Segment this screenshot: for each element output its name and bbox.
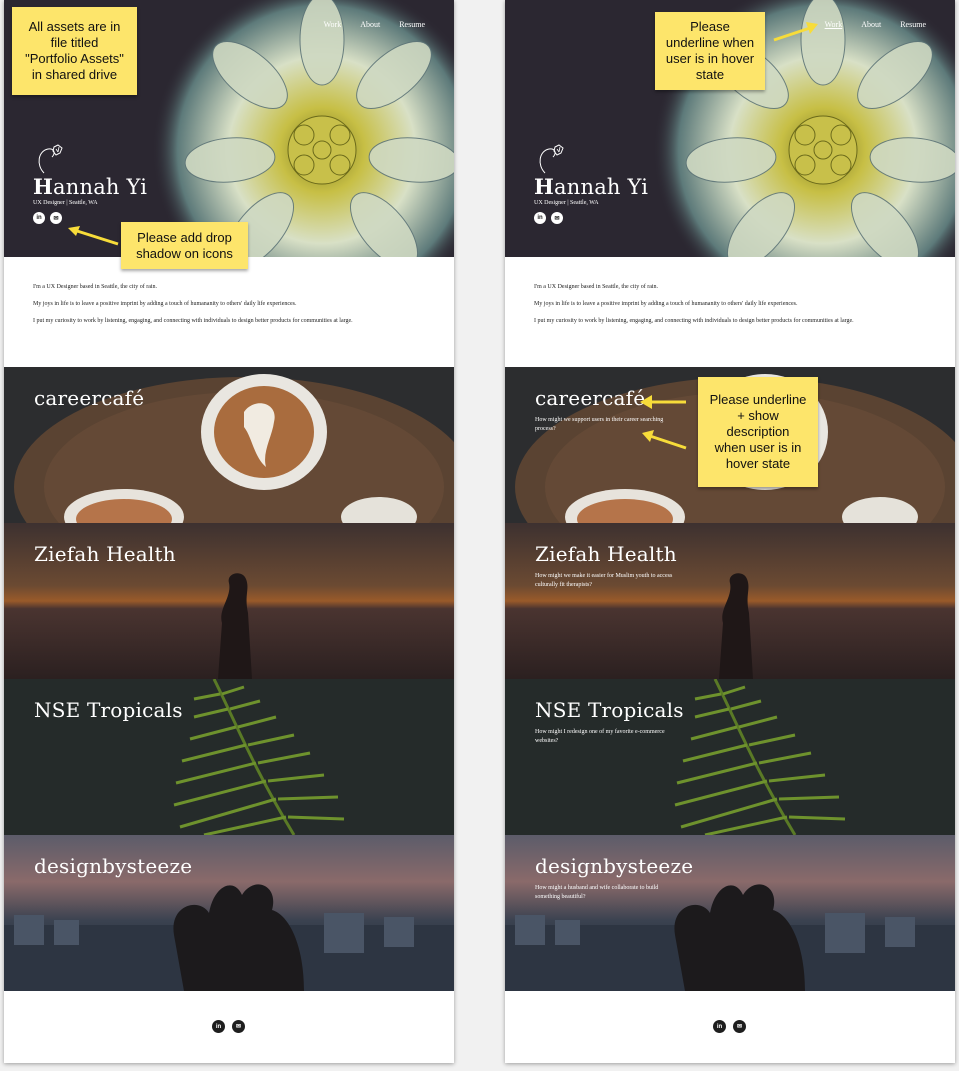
note-nav-underline: Please underline when user is in hover s… xyxy=(655,12,765,90)
nav-about[interactable]: About xyxy=(861,20,881,29)
linkedin-icon[interactable]: in xyxy=(534,212,546,224)
project-designbysteeze[interactable]: designbysteeze xyxy=(4,835,454,991)
email-icon[interactable]: ✉ xyxy=(50,212,62,224)
portfolio-page-hover-state: Work About Resume Hannah Yi UX Designer … xyxy=(505,0,955,1063)
portfolio-page-current: Work About Resume Hannah Yi UX Designer … xyxy=(4,0,454,1063)
note-assets-location: All assets are in file titled "Portfolio… xyxy=(12,7,137,95)
hero-social-icons: in ✉ xyxy=(534,212,563,224)
nav-work[interactable]: Work xyxy=(825,20,843,29)
project-description: How might we make it easier for Muslim y… xyxy=(535,573,673,588)
project-description: How might I redesign one of my favorite … xyxy=(535,729,665,744)
intro-paragraph: I'm a UX Designer based in Seattle, the … xyxy=(33,284,158,290)
nav-work[interactable]: Work xyxy=(324,20,342,29)
project-ziefah-health[interactable]: Ziefah Health How might we make it easie… xyxy=(505,523,955,679)
intro-paragraph: I put my curiosity to work by listening,… xyxy=(33,318,353,324)
intro-paragraph: I'm a UX Designer based in Seattle, the … xyxy=(534,284,659,290)
hero-name: Hannah Yi xyxy=(33,174,148,199)
project-title[interactable]: Ziefah Health xyxy=(535,542,677,566)
project-title[interactable]: designbysteeze xyxy=(535,854,693,878)
project-description: How might a husband and wife collaborate… xyxy=(535,885,659,900)
project-title[interactable]: careercafé xyxy=(34,386,144,410)
top-nav: Work About Resume xyxy=(324,20,425,29)
nav-about[interactable]: About xyxy=(360,20,380,29)
logo-icon xyxy=(539,144,564,174)
project-title[interactable]: NSE Tropicals xyxy=(34,698,183,722)
project-title[interactable]: Ziefah Health xyxy=(34,542,176,566)
note-project-hover: Please underline + show description when… xyxy=(698,377,818,487)
project-nse-tropicals[interactable]: NSE Tropicals xyxy=(4,679,454,835)
email-icon[interactable]: ✉ xyxy=(733,1020,746,1033)
email-icon[interactable]: ✉ xyxy=(232,1020,245,1033)
project-title[interactable]: NSE Tropicals xyxy=(535,698,684,722)
project-title[interactable]: designbysteeze xyxy=(34,854,192,878)
project-ziefah-health[interactable]: Ziefah Health xyxy=(4,523,454,679)
project-careercafe[interactable]: careercafé xyxy=(4,367,454,523)
footer-social-icons: in ✉ xyxy=(713,1020,746,1033)
hero-social-icons: in ✉ xyxy=(33,212,62,224)
nav-resume[interactable]: Resume xyxy=(900,20,926,29)
arrow-icon xyxy=(68,226,119,246)
project-designbysteeze[interactable]: designbysteeze How might a husband and w… xyxy=(505,835,955,991)
hero-name: Hannah Yi xyxy=(534,174,649,199)
linkedin-icon[interactable]: in xyxy=(713,1020,726,1033)
arrow-icon xyxy=(640,395,687,450)
footer-social-icons: in ✉ xyxy=(212,1020,245,1033)
linkedin-icon[interactable]: in xyxy=(212,1020,225,1033)
intro-text: I'm a UX Designer based in Seattle, the … xyxy=(534,284,954,335)
logo-icon xyxy=(38,144,63,174)
project-title[interactable]: careercafé xyxy=(535,386,645,410)
project-nse-tropicals[interactable]: NSE Tropicals How might I redesign one o… xyxy=(505,679,955,835)
intro-paragraph: I put my curiosity to work by listening,… xyxy=(534,318,854,324)
note-drop-shadow: Please add drop shadow on icons xyxy=(121,222,248,269)
email-icon[interactable]: ✉ xyxy=(551,212,563,224)
linkedin-icon[interactable]: in xyxy=(33,212,45,224)
intro-text: I'm a UX Designer based in Seattle, the … xyxy=(33,284,453,335)
hero-tagline: UX Designer | Seattle, WA xyxy=(33,200,98,206)
top-nav: Work About Resume xyxy=(825,20,926,29)
nav-resume[interactable]: Resume xyxy=(399,20,425,29)
intro-paragraph: My joys in life is to leave a positive i… xyxy=(534,301,798,307)
intro-paragraph: My joys in life is to leave a positive i… xyxy=(33,301,297,307)
hero-tagline: UX Designer | Seattle, WA xyxy=(534,200,599,206)
arrow-icon xyxy=(773,22,818,42)
